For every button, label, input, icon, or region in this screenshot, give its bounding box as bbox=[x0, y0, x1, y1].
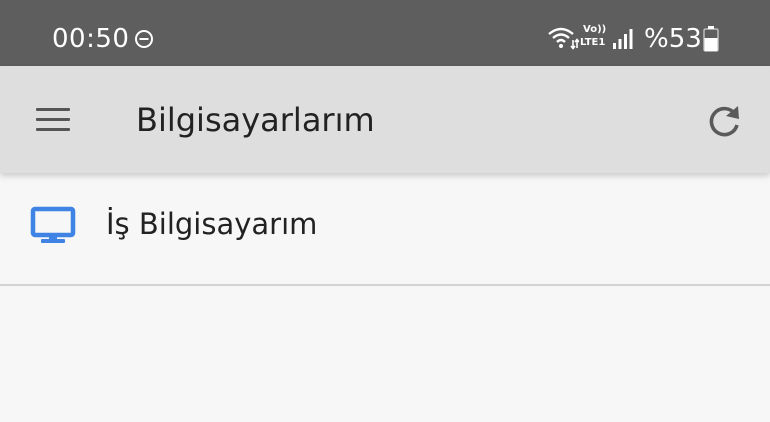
do-not-disturb-icon bbox=[135, 30, 153, 48]
battery-percentage: %53 bbox=[644, 24, 702, 54]
app-bar: Bilgisayarlarım bbox=[0, 66, 770, 173]
volte-label: Vo)) bbox=[583, 24, 607, 35]
computer-name: İş Bilgisayarım bbox=[106, 207, 318, 241]
status-time: 00:50 bbox=[52, 24, 130, 54]
computer-list: İş Bilgisayarım bbox=[0, 173, 770, 286]
volte-lte-icon: Vo)) LTE1 bbox=[580, 24, 610, 52]
battery-icon bbox=[703, 26, 719, 52]
status-bar: 00:50 Vo)) LTE1 %53 bbox=[0, 0, 770, 66]
wifi-icon bbox=[548, 27, 579, 50]
hamburger-menu-icon[interactable] bbox=[28, 102, 78, 138]
page-title: Bilgisayarlarım bbox=[136, 101, 375, 139]
signal-icon bbox=[613, 29, 633, 49]
lte-label: LTE1 bbox=[580, 37, 606, 48]
monitor-icon bbox=[30, 206, 76, 243]
refresh-icon[interactable] bbox=[702, 100, 746, 144]
list-item-computer[interactable]: İş Bilgisayarım bbox=[0, 173, 770, 286]
